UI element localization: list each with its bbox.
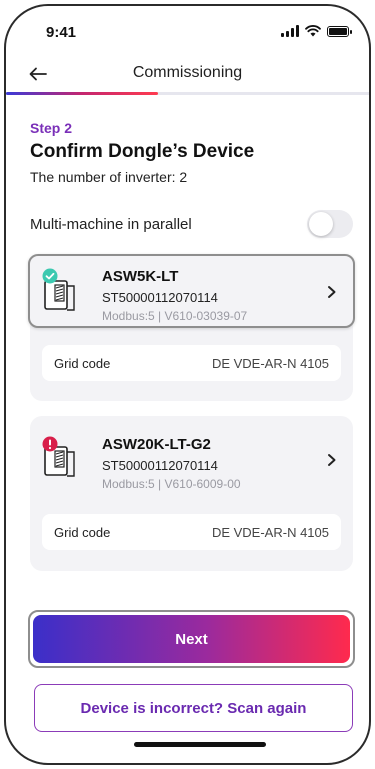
battery-icon bbox=[327, 25, 352, 37]
grid-code-value: DE VDE-AR-N 4105 bbox=[211, 355, 329, 371]
grid-code-label: Grid code bbox=[54, 355, 111, 371]
device-card-1[interactable]: ASW5K-LT ST50000112070114 Modbus:5 | V61… bbox=[28, 254, 355, 328]
toggle-knob bbox=[309, 212, 333, 236]
status-time: 9:41 bbox=[46, 24, 77, 41]
parallel-toggle[interactable] bbox=[307, 210, 353, 238]
status-ok-icon bbox=[42, 268, 58, 284]
device-name: ASW20K-LT-G2 bbox=[102, 436, 211, 453]
scan-again-button[interactable]: Device is incorrect? Scan again bbox=[34, 684, 353, 732]
app-header: Commissioning bbox=[6, 54, 369, 94]
status-bar: 9:41 bbox=[6, 6, 369, 50]
next-button[interactable]: Next bbox=[33, 615, 350, 663]
device-meta: Modbus:5 | V610-03039-07 bbox=[102, 309, 248, 323]
page-title: Confirm Dongle’s Device bbox=[30, 141, 255, 162]
progress-fill bbox=[6, 92, 159, 95]
next-button-frame: Next bbox=[28, 610, 355, 668]
signal-icon bbox=[281, 25, 299, 37]
step-label: Step 2 bbox=[30, 120, 73, 136]
status-error-icon bbox=[42, 436, 58, 452]
inverter-count: The number of inverter: 2 bbox=[30, 169, 188, 185]
status-icons bbox=[281, 25, 352, 37]
chevron-right-icon bbox=[328, 286, 336, 298]
device-serial: ST50000112070114 bbox=[102, 458, 218, 473]
wifi-icon bbox=[305, 25, 321, 37]
parallel-row: Multi-machine in parallel bbox=[30, 209, 353, 239]
chevron-right-icon bbox=[328, 454, 336, 466]
grid-code-value: DE VDE-AR-N 4105 bbox=[211, 524, 329, 540]
device-serial: ST50000112070114 bbox=[102, 290, 218, 305]
home-indicator bbox=[134, 742, 266, 747]
parallel-label: Multi-machine in parallel bbox=[30, 215, 192, 233]
grid-code-row-2: Grid code DE VDE-AR-N 4105 bbox=[42, 514, 341, 550]
device-group-2: ASW20K-LT-G2 ST50000112070114 Modbus:5 |… bbox=[30, 416, 353, 571]
status-ok-circle bbox=[42, 268, 58, 284]
phone-frame: 9:41 Commissioning Step 2 Confirm Dongle… bbox=[4, 4, 371, 765]
page-header-title: Commissioning bbox=[132, 64, 243, 81]
device-name: ASW5K-LT bbox=[102, 268, 179, 285]
device-meta: Modbus:5 | V610-6009-00 bbox=[102, 477, 241, 491]
device-group-1: ASW5K-LT ST50000112070114 Modbus:5 | V61… bbox=[28, 254, 355, 401]
grid-code-label: Grid code bbox=[54, 524, 111, 540]
progress-bar bbox=[6, 92, 369, 95]
grid-code-row-1: Grid code DE VDE-AR-N 4105 bbox=[42, 345, 341, 381]
device-card-2[interactable]: ASW20K-LT-G2 ST50000112070114 Modbus:5 |… bbox=[30, 416, 353, 500]
